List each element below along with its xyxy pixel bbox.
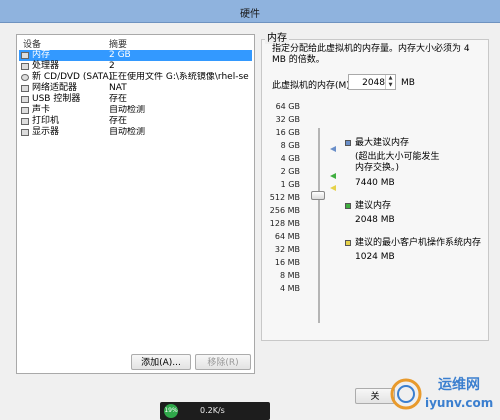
scale-label: 4 MB [279, 284, 300, 293]
device-name: 新 CD/DVD (SATA) [32, 72, 113, 82]
memory-scale: 64 GB 32 GB 16 GB 8 GB 4 GB 2 GB 1 GB 51… [269, 102, 302, 325]
memory-spinbox[interactable]: 2048 ▲ ▼ [348, 74, 396, 90]
memory-slider-thumb[interactable] [311, 191, 325, 200]
scale-label: 512 MB [269, 193, 300, 202]
device-name: 显示器 [32, 127, 60, 137]
device-summary: 2 [109, 61, 115, 71]
scale-label: 8 GB [280, 141, 300, 150]
device-name: 打印机 [32, 116, 60, 126]
device-summary: 自动检测 [109, 127, 146, 137]
scale-label: 1 GB [280, 180, 300, 189]
max-recommended-value: 7440 MB [355, 178, 395, 188]
scale-label: 64 MB [274, 232, 300, 241]
guest-min-marker-icon [330, 185, 336, 191]
device-name: 处理器 [32, 61, 60, 71]
recommended-legend-icon [345, 203, 351, 209]
memory-value[interactable]: 2048 [362, 78, 385, 88]
scale-label: 64 GB [275, 102, 300, 111]
device-row-printer[interactable]: 打印机 存在 [19, 116, 252, 127]
scale-label: 4 GB [280, 154, 300, 163]
display-icon [21, 129, 29, 136]
device-summary: 自动检测 [109, 105, 146, 115]
recommended-label: 建议内存 [355, 201, 392, 211]
guest-min-value: 1024 MB [355, 252, 395, 262]
device-row-memory[interactable]: 内存 2 GB [19, 50, 252, 61]
scale-label: 16 MB [274, 258, 300, 267]
watermark-url: iyunv.com [425, 396, 494, 410]
device-row-cpu[interactable]: 处理器 2 [19, 61, 252, 72]
window-body: 设备 摘要 内存 2 GB 处理器 2 新 CD/DVD (SATA) 正在使用… [0, 23, 500, 420]
device-row-sound[interactable]: 声卡 自动检测 [19, 105, 252, 116]
sound-icon [21, 107, 29, 114]
scale-label: 16 GB [275, 128, 300, 137]
max-recommended-marker-icon [330, 146, 336, 152]
device-row-usb[interactable]: USB 控制器 存在 [19, 94, 252, 105]
max-recommended-legend-icon [345, 140, 351, 146]
scale-label: 32 GB [275, 115, 300, 124]
printer-icon [21, 118, 29, 125]
device-name: 内存 [32, 50, 51, 60]
cdrom-icon [21, 74, 29, 81]
guest-min-label: 建议的最小客户机操作系统内存 [355, 238, 482, 248]
recommended-marker-icon [330, 173, 336, 179]
max-recommended-label: 最大建议内存 [355, 138, 410, 148]
device-name: 网络适配器 [32, 83, 78, 93]
taskbar-widget: 19% 0.2K/s [160, 402, 270, 420]
device-row-network[interactable]: 网络适配器 NAT [19, 83, 252, 94]
memory-icon [21, 52, 29, 59]
network-speed: 0.2K/s [200, 406, 225, 415]
device-list: 设备 摘要 内存 2 GB 处理器 2 新 CD/DVD (SATA) 正在使用… [16, 34, 255, 374]
guest-min-legend-icon [345, 240, 351, 246]
device-summary: 存在 [109, 94, 128, 104]
memory-description: 指定分配给此虚拟机的内存量。内存大小必须为 4 MB 的倍数。 [272, 44, 470, 65]
device-name: USB 控制器 [32, 94, 81, 104]
scale-label: 256 MB [269, 206, 300, 215]
add-device-button[interactable]: 添加(A)... [131, 354, 191, 370]
memory-group-label: 内存 [265, 29, 289, 44]
network-icon [21, 85, 29, 92]
title-bar: 硬件 [0, 0, 500, 23]
window-title: 硬件 [240, 9, 260, 20]
cpu-percent-badge: 19% [164, 404, 178, 418]
scale-label: 2 GB [280, 167, 300, 176]
recommended-value: 2048 MB [355, 215, 395, 225]
device-summary: 正在使用文件 G:\系统镜像\rhel-serv... [109, 72, 249, 82]
device-summary: 2 GB [109, 50, 131, 60]
memory-unit: MB [401, 78, 415, 88]
memory-field-label: 此虚拟机的内存(M): [272, 81, 353, 91]
scale-label: 8 MB [279, 271, 300, 280]
cpu-icon [21, 63, 29, 70]
memory-slider-track[interactable] [318, 128, 320, 323]
remove-device-button[interactable]: 移除(R) [195, 354, 251, 370]
device-summary: NAT [109, 83, 127, 93]
device-summary: 存在 [109, 116, 128, 126]
device-row-cdrom[interactable]: 新 CD/DVD (SATA) 正在使用文件 G:\系统镜像\rhel-serv… [19, 72, 252, 83]
usb-icon [21, 96, 29, 103]
column-header-summary[interactable]: 摘要 [109, 37, 127, 50]
max-recommended-note: (超出此大小可能发生内存交换。) [355, 152, 440, 173]
watermark: 运维网 iyunv.com [380, 370, 500, 420]
column-header-device[interactable]: 设备 [23, 37, 41, 50]
scale-label: 128 MB [269, 219, 300, 228]
device-row-display[interactable]: 显示器 自动检测 [19, 127, 252, 138]
device-name: 声卡 [32, 105, 51, 115]
spin-arrows-icon[interactable]: ▲ ▼ [385, 75, 395, 89]
device-list-header: 设备 摘要 [17, 35, 254, 50]
watermark-text: 运维网 [438, 377, 480, 393]
scale-label: 32 MB [274, 245, 300, 254]
